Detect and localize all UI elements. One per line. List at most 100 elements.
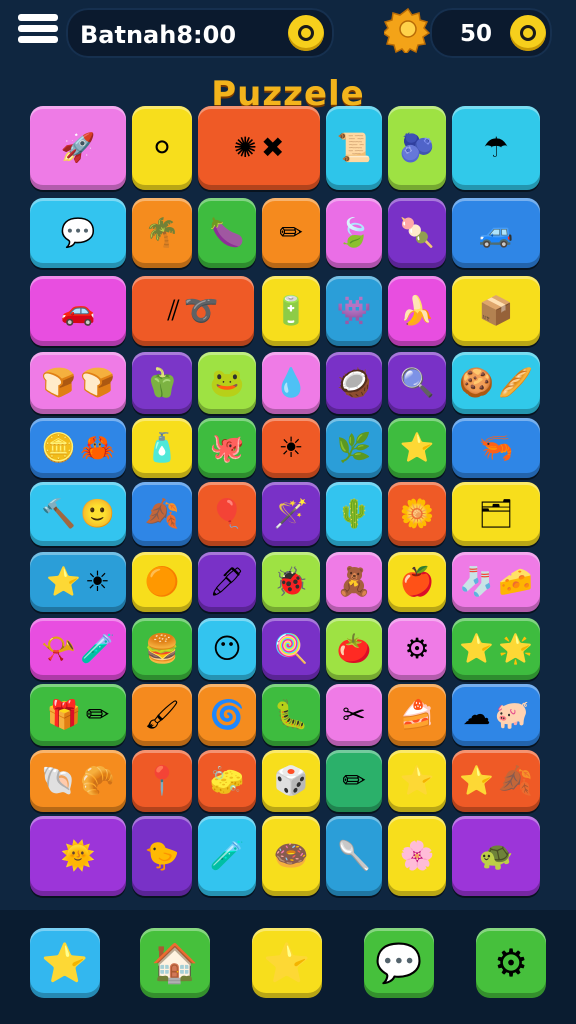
puzzle-tile[interactable]: 🧦 🧀 (452, 552, 540, 612)
gear-icon[interactable] (384, 5, 432, 53)
puzzle-tile[interactable]: 🎈 (198, 482, 256, 546)
puzzle-tile[interactable]: 🎁 ✏ (30, 684, 126, 746)
burger-icon: 🍔 (144, 632, 180, 665)
palm-icon: 🌴 (144, 216, 180, 249)
puzzle-tile[interactable]: ⭐ (388, 418, 446, 478)
puzzle-tile[interactable]: ☂ (452, 106, 540, 190)
puzzle-tile[interactable]: 🍃 (326, 198, 382, 268)
puzzle-tile[interactable]: 🌀 (198, 684, 256, 746)
puzzle-tile[interactable]: 🔍 (388, 352, 446, 414)
puzzle-tile[interactable]: 🚙 (452, 198, 540, 268)
puzzle-tile[interactable]: 💬 (30, 198, 126, 268)
turtle-icon: 🐢 (478, 839, 514, 872)
puzzle-tile[interactable]: 🍭 (262, 618, 320, 680)
puzzle-tile[interactable]: 🍌 (388, 276, 446, 346)
puzzle-tile[interactable]: 🌵 (326, 482, 382, 546)
shrimp-icon: 🦐 (478, 431, 514, 464)
puzzle-tile[interactable]: ⭐ 🍂 (452, 750, 540, 812)
puzzle-tile[interactable]: ⚙ (388, 618, 446, 680)
puzzle-tile[interactable]: 🐚 🥐 (30, 750, 126, 812)
puzzle-tile[interactable]: ⫽ ➰ (132, 276, 254, 346)
menu-icon[interactable] (18, 14, 58, 52)
puzzle-tile[interactable]: 🦐 (452, 418, 540, 478)
eraser-icon: 🧽 (209, 764, 245, 797)
berry-icon: 🫐 (399, 131, 435, 164)
puzzle-tile[interactable]: 📍 (132, 750, 192, 812)
puzzle-tile[interactable]: 🚀 (30, 106, 126, 190)
smiley-icon: 🙂 (80, 497, 115, 530)
magnifier-icon: 🔍 (399, 366, 435, 399)
puzzle-tile[interactable]: 🖌 (132, 684, 192, 746)
puzzle-tile[interactable]: 🟠 (132, 552, 192, 612)
puzzle-tile[interactable]: 🍞 🍞 (30, 352, 126, 414)
puzzle-board: 🚀 ⚪ ✺ ✖ 📜 🫐 ☂ 💬 🌴 🍆 ✏ 🍃 🍡 🚙 🚗 ⫽ ➰ 🔋 👾 🍌 📦 🍞 🍞 🫑 🐸 💧 🥥 🔍 🍪 🥖 🪙 🦀 🧴 🐙 ☀ 🌿 ⭐ 🦐 🔨 🙂… (30, 104, 550, 904)
puzzle-tile[interactable]: ✂ (326, 684, 382, 746)
puzzle-tile[interactable]: 🍆 (198, 198, 256, 268)
puzzle-tile[interactable]: 🐢 (452, 816, 540, 896)
puzzle-tile[interactable]: 🎲 (262, 750, 320, 812)
puzzle-tile[interactable]: 🫐 (388, 106, 446, 190)
wand-icon: 🪄 (273, 497, 309, 530)
puzzle-tile[interactable]: 🧪 (198, 816, 256, 896)
puzzle-tile[interactable]: 🥄 (326, 816, 382, 896)
starfish-icon: ⭐ (459, 632, 494, 665)
puzzle-tile[interactable]: 🌴 (132, 198, 192, 268)
puzzle-tile[interactable]: ☁ 🐖 (452, 684, 540, 746)
puzzle-tile[interactable]: 📯 🧪 (30, 618, 126, 680)
puzzle-tile[interactable]: 🧸 (326, 552, 382, 612)
star-button[interactable]: ⭐ (30, 928, 100, 998)
puzzle-tile[interactable]: 🫑 (132, 352, 192, 414)
puzzle-tile[interactable]: ⭐ 🌟 (452, 618, 540, 680)
puzzle-tile[interactable]: 🐞 (262, 552, 320, 612)
puzzle-tile[interactable]: 🍩 (262, 816, 320, 896)
puzzle-tile[interactable]: ⚪ (132, 106, 192, 190)
puzzle-tile[interactable]: 🌞 (30, 816, 126, 896)
settings-button[interactable]: ⚙ (476, 928, 546, 998)
puzzle-tile[interactable]: ⭐ ☀ (30, 552, 126, 612)
puzzle-tile[interactable]: 🔋 (262, 276, 320, 346)
puzzle-tile[interactable]: 🖊 (198, 552, 256, 612)
pencil-icon: ✏ (342, 764, 366, 797)
puzzle-tile[interactable]: 🧽 (198, 750, 256, 812)
home-button[interactable]: 🏠 (140, 928, 210, 998)
puzzle-tile[interactable]: 🐸 (198, 352, 256, 414)
gear-icon: ⚙ (404, 632, 430, 665)
puzzle-tile[interactable]: 🍎 (388, 552, 446, 612)
puzzle-tile[interactable]: 🥥 (326, 352, 382, 414)
puzzle-tile[interactable]: 🍂 (132, 482, 192, 546)
puzzle-tile[interactable]: 🐛 (262, 684, 320, 746)
puzzle-tile[interactable]: 📦 (452, 276, 540, 346)
puzzle-tile[interactable]: 🌿 (326, 418, 382, 478)
puzzle-tile[interactable]: 🐤 (132, 816, 192, 896)
puzzle-tile[interactable]: ✺ ✖ (198, 106, 320, 190)
chat-button[interactable]: 💬 (364, 928, 434, 998)
puzzle-tile[interactable]: 🔨 🙂 (30, 482, 126, 546)
puzzle-tile[interactable]: 🌸 (388, 816, 446, 896)
favorites-button[interactable]: ⭐ (252, 928, 322, 998)
puzzle-tile[interactable]: 📜 (326, 106, 382, 190)
puzzle-tile[interactable]: 🍅 (326, 618, 382, 680)
puzzle-tile[interactable]: 🗂 (452, 482, 540, 546)
puzzle-tile[interactable]: 🌼 (388, 482, 446, 546)
puzzle-tile[interactable]: 🪄 (262, 482, 320, 546)
puzzle-tile[interactable]: 😶 (198, 618, 256, 680)
puzzle-tile[interactable]: 💧 (262, 352, 320, 414)
coin-icon[interactable] (510, 15, 546, 51)
puzzle-tile[interactable]: ⭐ (388, 750, 446, 812)
star-icon: ⭐ (41, 941, 89, 985)
pepper-icon: 🫑 (144, 366, 180, 399)
puzzle-tile[interactable]: ☀ (262, 418, 320, 478)
puzzle-tile[interactable]: 🍪 🥖 (452, 352, 540, 414)
puzzle-tile[interactable]: 🍔 (132, 618, 192, 680)
puzzle-tile[interactable]: 👾 (326, 276, 382, 346)
swirl-icon: 🌀 (209, 698, 245, 731)
puzzle-tile[interactable]: 🪙 🦀 (30, 418, 126, 478)
coin-icon[interactable] (288, 15, 324, 51)
puzzle-tile[interactable]: 🍰 (388, 684, 446, 746)
puzzle-tile[interactable]: 🍡 (388, 198, 446, 268)
puzzle-tile[interactable]: 🚗 (30, 276, 126, 346)
puzzle-tile[interactable]: ✏ (326, 750, 382, 812)
puzzle-tile[interactable]: 🐙 (198, 418, 256, 478)
puzzle-tile[interactable]: 🧴 (132, 418, 192, 478)
puzzle-tile[interactable]: ✏ (262, 198, 320, 268)
